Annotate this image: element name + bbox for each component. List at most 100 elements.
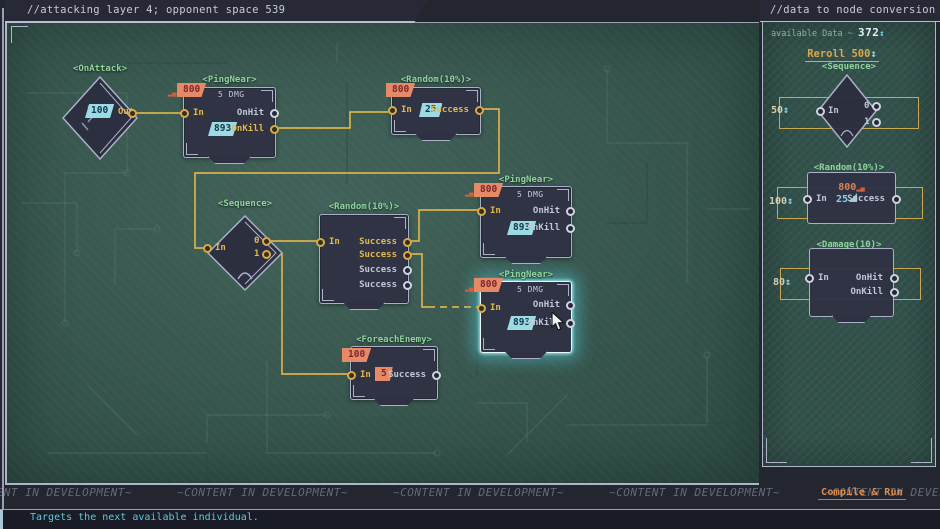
reroll-label: Reroll 500: [807, 48, 870, 60]
template-price: 800: [838, 182, 856, 193]
corner-decoration: [353, 385, 365, 397]
port-success[interactable]: [892, 195, 901, 204]
template-node-damage[interactable]: In OnHit OnKill: [809, 248, 894, 317]
port-onkill[interactable]: [566, 224, 575, 233]
port-onhit[interactable]: [566, 301, 575, 310]
port-success-1[interactable]: [403, 238, 412, 247]
price-tag: 800: [386, 83, 415, 97]
port-in[interactable]: [477, 207, 486, 216]
node-random-1[interactable]: <Random(10%)> 800 In 25 Success: [391, 87, 481, 135]
port-in-label: In: [193, 108, 204, 118]
port-in[interactable]: [316, 238, 325, 247]
corner-decoration: [423, 349, 435, 361]
attack-header-title: //attacking layer 4; opponent space 539: [5, 4, 285, 16]
port-onhit[interactable]: [890, 274, 899, 283]
port-onkill[interactable]: [566, 319, 575, 328]
available-data-value: 372: [858, 26, 879, 39]
port-in[interactable]: [803, 195, 812, 204]
panel-corner-bracket: [911, 438, 932, 463]
port-0[interactable]: [872, 102, 881, 111]
compile-run-button[interactable]: Compile & Run: [818, 487, 906, 500]
port-success-1-label: Success: [359, 237, 397, 247]
port-in[interactable]: [388, 106, 397, 115]
bars-icon: [465, 189, 473, 197]
port-success[interactable]: [432, 371, 441, 380]
price-tag: 800: [474, 278, 503, 292]
port-in[interactable]: [805, 274, 814, 283]
port-onhit-label: OnHit: [533, 300, 560, 310]
node-pingnear-1[interactable]: <PingNear> 800 5 DMG In OnHit 893 OnKill: [183, 87, 276, 158]
port-out[interactable]: [128, 109, 137, 118]
dev-notice: ~CONTENT IN DEVELOPMENT~: [177, 486, 348, 499]
diamond-shape: [817, 74, 877, 148]
damage-label: 5 DMG: [517, 285, 544, 294]
port-0[interactable]: [262, 237, 271, 246]
port-success-3[interactable]: [403, 266, 412, 275]
port-1[interactable]: [872, 118, 881, 127]
price-tag: 800: [474, 183, 503, 197]
corner-decoration: [557, 189, 569, 201]
node-pingnear-2[interactable]: <PingNear> 800 5 DMG In OnHit 893 OnKill: [480, 186, 572, 258]
port-in-label: In: [360, 370, 371, 380]
node-random-2[interactable]: <Random(10%)> In Success Success Success…: [319, 214, 409, 304]
node-title: <PingNear>: [441, 270, 611, 280]
port-onhit-label: OnHit: [856, 273, 883, 283]
template-random-cost: 100↕: [769, 196, 793, 207]
node-title: <PingNear>: [144, 75, 315, 85]
port-in[interactable]: [477, 304, 486, 313]
available-data-row: available Data ~ 372↕: [771, 26, 885, 39]
port-success-label: Success: [431, 105, 469, 115]
port-1-label: 1: [864, 117, 869, 127]
port-in[interactable]: [347, 371, 356, 380]
port-success-label: Success: [388, 370, 426, 380]
game-screen: <OnAttack> 100 Out <PingNear> 800 5 DMG …: [0, 0, 940, 529]
template-node-sequence[interactable]: In 0 1: [817, 74, 877, 148]
port-in-label: In: [816, 194, 827, 204]
node-shop-panel: available Data ~ 372↕ Reroll 500↕ <Seque…: [762, 21, 936, 467]
template-damage-cost: 80↕: [773, 277, 791, 288]
port-success-4[interactable]: [403, 281, 412, 290]
port-onhit[interactable]: [270, 109, 279, 118]
node-foreachenemy[interactable]: <ForeachEnemy> 100 In 5 Success: [350, 346, 438, 400]
node-sequence[interactable]: <Sequence> In 0 1: [207, 207, 283, 291]
corner-decoration: [394, 217, 406, 229]
mouse-cursor: [551, 312, 565, 331]
port-in-label: In: [401, 105, 412, 115]
node-title: <Random(10%)>: [352, 75, 520, 85]
corner-decoration: [466, 90, 478, 102]
port-1[interactable]: [262, 250, 271, 259]
node-graph-canvas[interactable]: <OnAttack> 100 Out <PingNear> 800 5 DMG …: [5, 22, 759, 485]
port-0-label: 0: [864, 101, 869, 111]
template-node-random[interactable]: 800 In 25 Success: [807, 172, 896, 224]
port-in[interactable]: [816, 107, 825, 116]
port-success-2-label: Success: [359, 250, 397, 260]
node-title: <ForeachEnemy>: [311, 335, 477, 345]
port-in-label: In: [215, 243, 226, 253]
port-success-label: Success: [847, 194, 885, 204]
reroll-button[interactable]: Reroll 500↕: [763, 48, 921, 60]
port-in[interactable]: [203, 244, 212, 253]
port-success-2[interactable]: [403, 251, 412, 260]
port-onkill[interactable]: [890, 288, 899, 297]
port-in[interactable]: [180, 109, 189, 118]
node-title: <OnAttack>: [22, 64, 178, 74]
damage-label: 5 DMG: [218, 90, 245, 99]
port-onkill-label: OnKill: [527, 223, 560, 233]
port-0-label: 0: [254, 236, 259, 246]
port-success[interactable]: [475, 106, 484, 115]
port-onhit[interactable]: [566, 207, 575, 216]
port-onhit-label: OnHit: [533, 206, 560, 216]
port-onkill[interactable]: [270, 125, 279, 134]
status-text: Targets the next available individual.: [30, 512, 259, 523]
port-in-label: In: [329, 237, 340, 247]
bars-icon: [168, 89, 176, 97]
port-in-label: In: [490, 303, 501, 313]
node-onattack[interactable]: <OnAttack> 100 Out: [62, 76, 138, 160]
data-currency-icon: ↕: [870, 48, 876, 60]
port-success-4-label: Success: [359, 280, 397, 290]
node-title: <PingNear>: [441, 175, 611, 185]
port-success-3-label: Success: [359, 265, 397, 275]
attack-header-bar: //attacking layer 4; opponent space 539: [5, 0, 429, 23]
template-sequence-title: <Sequence>: [763, 62, 935, 72]
available-data-label: available Data ~: [771, 29, 853, 39]
